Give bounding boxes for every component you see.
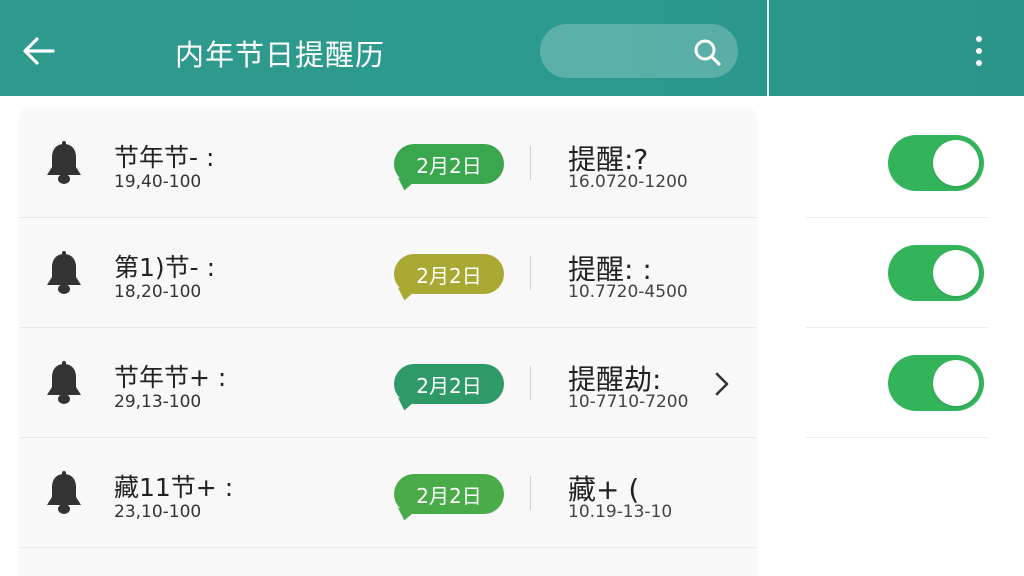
holiday-detail: 19,40-100 (114, 172, 202, 192)
toggle-knob (933, 250, 979, 296)
holiday-name: 藏11节+ : (114, 473, 234, 502)
toggle-row (806, 218, 988, 328)
more-options-button[interactable] (964, 30, 994, 72)
holiday-detail: 29,13-100 (114, 392, 202, 412)
bell-icon (47, 361, 81, 404)
holiday-name: 节年节- : (114, 143, 215, 172)
page-title: 内年节日提醒历 (175, 38, 386, 72)
bell-icon (47, 471, 81, 514)
header-divider (767, 0, 769, 96)
app-root: 内年节日提醒历 节年节- : 19,40-100 2月2日 提醒:? 16.07… (0, 0, 1024, 576)
list-item[interactable]: 节年节- : 19,40-100 2月2日 提醒:? 16.0720-1200 (20, 108, 756, 218)
divider (20, 547, 756, 548)
date-badge: 2月2日 (394, 144, 504, 184)
row-separator (530, 256, 531, 290)
search-input[interactable] (556, 32, 686, 70)
holiday-name: 节年节+ : (114, 363, 227, 392)
date-badge: 2月2日 (394, 254, 504, 294)
reminder-toggle[interactable] (888, 135, 984, 191)
bell-icon (47, 141, 81, 184)
more-dot (976, 48, 982, 54)
arrow-left-icon (23, 37, 55, 65)
holiday-detail: 23,10-100 (114, 502, 202, 522)
toggle-knob (933, 360, 979, 406)
holiday-detail: 18,20-100 (114, 282, 202, 302)
row-separator (530, 146, 531, 180)
list-item[interactable]: 藏11节+ : 23,10-100 2月2日 藏+ ( 10.19-13-10 (20, 438, 756, 548)
reminder-detail: 10-7710-7200 (568, 392, 689, 412)
toggle-row (806, 328, 988, 438)
date-badge: 2月2日 (394, 474, 504, 514)
toggle-row (806, 108, 988, 218)
bell-icon (47, 251, 81, 294)
reminder-detail: 16.0720-1200 (568, 172, 688, 192)
toggle-knob (933, 140, 979, 186)
divider (806, 437, 988, 438)
row-separator (530, 476, 531, 510)
list-item[interactable]: 第1)节- : 18,20-100 2月2日 提醒: : 10.7720-450… (20, 218, 756, 328)
top-app-bar: 内年节日提醒历 (0, 0, 1024, 96)
back-button[interactable] (18, 30, 60, 72)
chevron-right-icon[interactable] (712, 370, 732, 398)
row-separator (530, 366, 531, 400)
reminder-detail: 10.19-13-10 (568, 502, 673, 522)
search-box[interactable] (540, 24, 738, 78)
holiday-list: 节年节- : 19,40-100 2月2日 提醒:? 16.0720-1200 … (20, 108, 756, 576)
more-dot (976, 60, 982, 66)
date-badge: 2月2日 (394, 364, 504, 404)
holiday-name: 第1)节- : (114, 253, 216, 282)
reminder-toggle[interactable] (888, 355, 984, 411)
list-item[interactable]: 节年节+ : 29,13-100 2月2日 提醒劫: 10-7710-7200 (20, 328, 756, 438)
reminder-detail: 10.7720-4500 (568, 282, 688, 302)
more-vertical-icon (976, 36, 982, 42)
reminder-toggle[interactable] (888, 245, 984, 301)
search-icon[interactable] (692, 37, 722, 67)
